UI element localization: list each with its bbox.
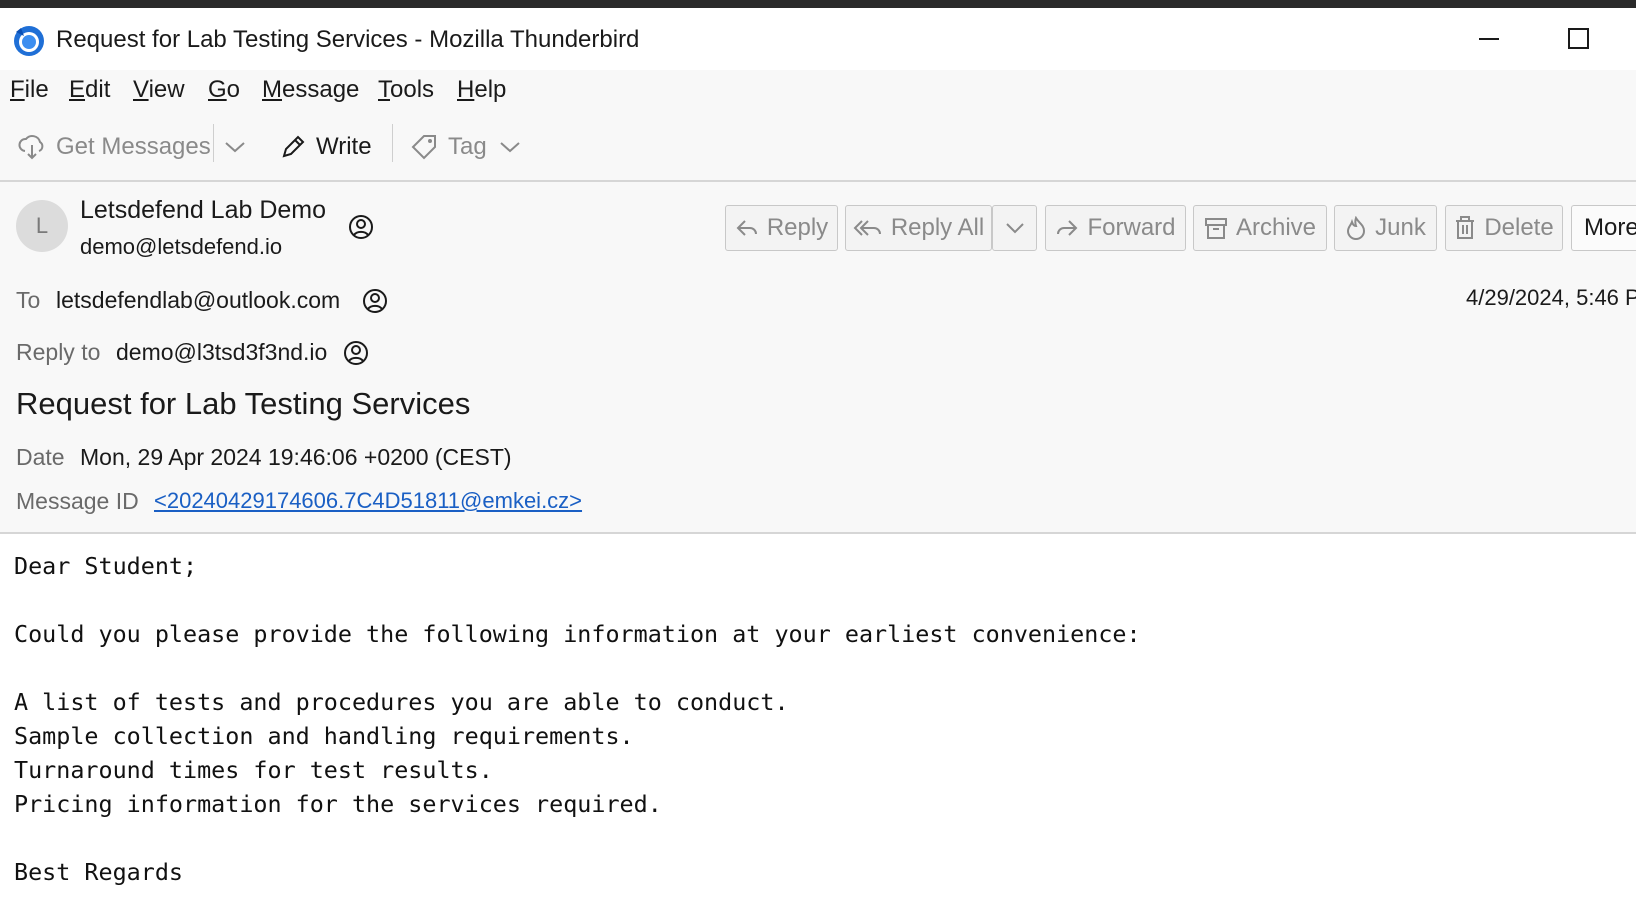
tag-label: Tag	[448, 133, 487, 160]
get-messages-button[interactable]: Get Messages	[18, 127, 211, 167]
junk-button[interactable]: Junk	[1334, 205, 1437, 251]
menu-view[interactable]: View	[133, 76, 185, 104]
window-title: Request for Lab Testing Services - Mozil…	[56, 26, 640, 53]
body-line: Sample collection and handling requireme…	[14, 722, 634, 750]
archive-label: Archive	[1235, 214, 1317, 241]
body-line: Turnaround times for test results.	[14, 756, 493, 784]
fire-icon	[1347, 216, 1366, 240]
menu-bar	[0, 70, 1636, 116]
toolbar-divider	[213, 124, 214, 162]
reply-all-label: Reply All	[890, 214, 985, 241]
maximize-icon[interactable]	[1556, 20, 1600, 58]
archive-button[interactable]: Archive	[1193, 205, 1327, 251]
archive-icon	[1204, 218, 1227, 239]
menu-help[interactable]: Help	[457, 76, 506, 104]
recipient-email[interactable]: letsdefendlab@outlook.com	[56, 287, 340, 314]
body-line: A list of tests and procedures you are a…	[14, 688, 789, 716]
message-id-link[interactable]: <20240429174606.7C4D51811@emkei.cz>	[154, 488, 582, 514]
get-messages-dropdown[interactable]	[224, 127, 256, 167]
write-button[interactable]: Write	[280, 127, 372, 167]
menu-edit[interactable]: Edit	[69, 76, 110, 104]
body-line: Dear Student;	[14, 552, 198, 580]
cloud-download-icon	[18, 135, 44, 160]
forward-button[interactable]: Forward	[1045, 205, 1186, 251]
chevron-down-icon	[225, 142, 245, 153]
body-line: Pricing information for the services req…	[14, 790, 662, 818]
reply-to-label: Reply to	[16, 339, 101, 365]
reply-all-button[interactable]: Reply All	[845, 205, 992, 251]
reply-all-dropdown[interactable]	[992, 205, 1037, 251]
sender-name[interactable]: Letsdefend Lab Demo	[80, 196, 326, 225]
date-label: Date	[16, 444, 65, 470]
trash-icon	[1456, 216, 1475, 239]
chevron-down-icon	[500, 142, 520, 153]
forward-label: Forward	[1087, 214, 1176, 241]
write-label: Write	[316, 133, 372, 160]
reply-to-email[interactable]: demo@l3tsd3f3nd.io	[116, 339, 327, 366]
menu-go[interactable]: Go	[208, 76, 240, 104]
more-label: More	[1584, 214, 1636, 241]
add-contact-icon[interactable]	[348, 214, 374, 240]
menu-tools[interactable]: Tools	[378, 76, 434, 104]
more-button[interactable]: More	[1571, 205, 1636, 251]
reply-icon	[736, 220, 757, 236]
message-date-short: 4/29/2024, 5:46 PM	[1466, 285, 1636, 310]
delete-label: Delete	[1484, 214, 1554, 241]
reply-label: Reply	[766, 214, 829, 241]
sender-avatar: L	[16, 200, 68, 252]
menu-file[interactable]: File	[10, 76, 49, 104]
get-messages-label: Get Messages	[56, 133, 211, 160]
delete-button[interactable]: Delete	[1445, 205, 1563, 251]
reply-button[interactable]: Reply	[725, 205, 838, 251]
add-contact-icon[interactable]	[343, 340, 369, 366]
to-label: To	[16, 287, 41, 313]
chevron-down-icon	[1005, 223, 1024, 234]
tag-button[interactable]: Tag	[410, 127, 521, 167]
menu-message[interactable]: Message	[262, 76, 359, 104]
reply-all-icon	[853, 220, 881, 236]
sender-email[interactable]: demo@letsdefend.io	[80, 234, 282, 260]
forward-icon	[1057, 220, 1078, 236]
message-id-label: Message ID	[16, 488, 139, 514]
tag-icon	[411, 135, 436, 160]
body-line: Best Regards	[14, 858, 183, 886]
junk-label: Junk	[1375, 214, 1426, 241]
minimize-icon[interactable]	[1467, 20, 1511, 58]
add-contact-icon[interactable]	[362, 288, 388, 314]
toolbar-divider	[392, 124, 393, 162]
body-line: Could you please provide the following i…	[14, 620, 1141, 648]
message-subject: Request for Lab Testing Services	[16, 386, 471, 421]
thunderbird-app-icon	[14, 26, 44, 56]
pencil-icon	[282, 135, 305, 158]
window-top-strip	[0, 0, 1636, 8]
message-date: Mon, 29 Apr 2024 19:46:06 +0200 (CEST)	[80, 444, 512, 470]
